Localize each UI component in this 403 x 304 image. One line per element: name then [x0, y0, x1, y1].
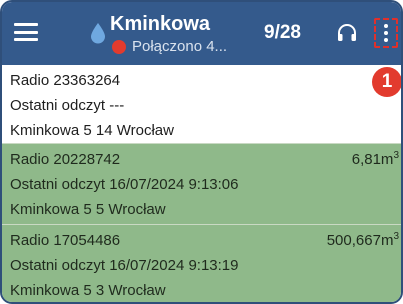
address: Kminkowa 5 5 Wrocław: [10, 201, 166, 218]
status-dot-icon: [112, 40, 126, 54]
meter-list-item[interactable]: Radio 23363264 Ostatni odczyt --- Kminko…: [2, 65, 401, 144]
page-title: Kminkowa: [110, 13, 211, 35]
connection-status: Połączono 4...: [112, 38, 227, 56]
more-options-button[interactable]: [374, 18, 398, 48]
step-callout-badge: 1: [372, 67, 401, 97]
radio-id: Radio 20228742: [10, 151, 121, 168]
address: Kminkowa 5 3 Wrocław: [10, 282, 166, 299]
meter-value: 500,667m3: [326, 231, 399, 250]
app-frame: Kminkowa Połączono 4... 9/28 1 Radio 233…: [0, 0, 403, 304]
read-counter: 9/28: [264, 22, 301, 43]
last-reading: Ostatni odczyt 16/07/2024 9:13:19: [10, 257, 239, 274]
meter-list-item[interactable]: Radio 17054486 Ostatni odczyt 16/07/2024…: [2, 225, 401, 302]
menu-icon[interactable]: [14, 20, 38, 44]
headset-icon[interactable]: [335, 21, 359, 45]
app-bar: Kminkowa Połączono 4... 9/28: [2, 2, 401, 65]
last-reading: Ostatni odczyt ---: [10, 97, 125, 114]
water-drop-icon: [91, 23, 105, 44]
address: Kminkowa 5 14 Wrocław: [10, 122, 174, 139]
meter-value: 6,81m3: [351, 150, 399, 169]
meter-list: Radio 23363264 Ostatni odczyt --- Kminko…: [2, 65, 401, 302]
status-text: Połączono 4...: [132, 38, 228, 55]
more-vert-icon: [384, 24, 388, 28]
radio-id: Radio 23363264: [10, 72, 121, 89]
last-reading: Ostatni odczyt 16/07/2024 9:13:06: [10, 176, 239, 193]
meter-list-item[interactable]: Radio 20228742 Ostatni odczyt 16/07/2024…: [2, 144, 401, 225]
